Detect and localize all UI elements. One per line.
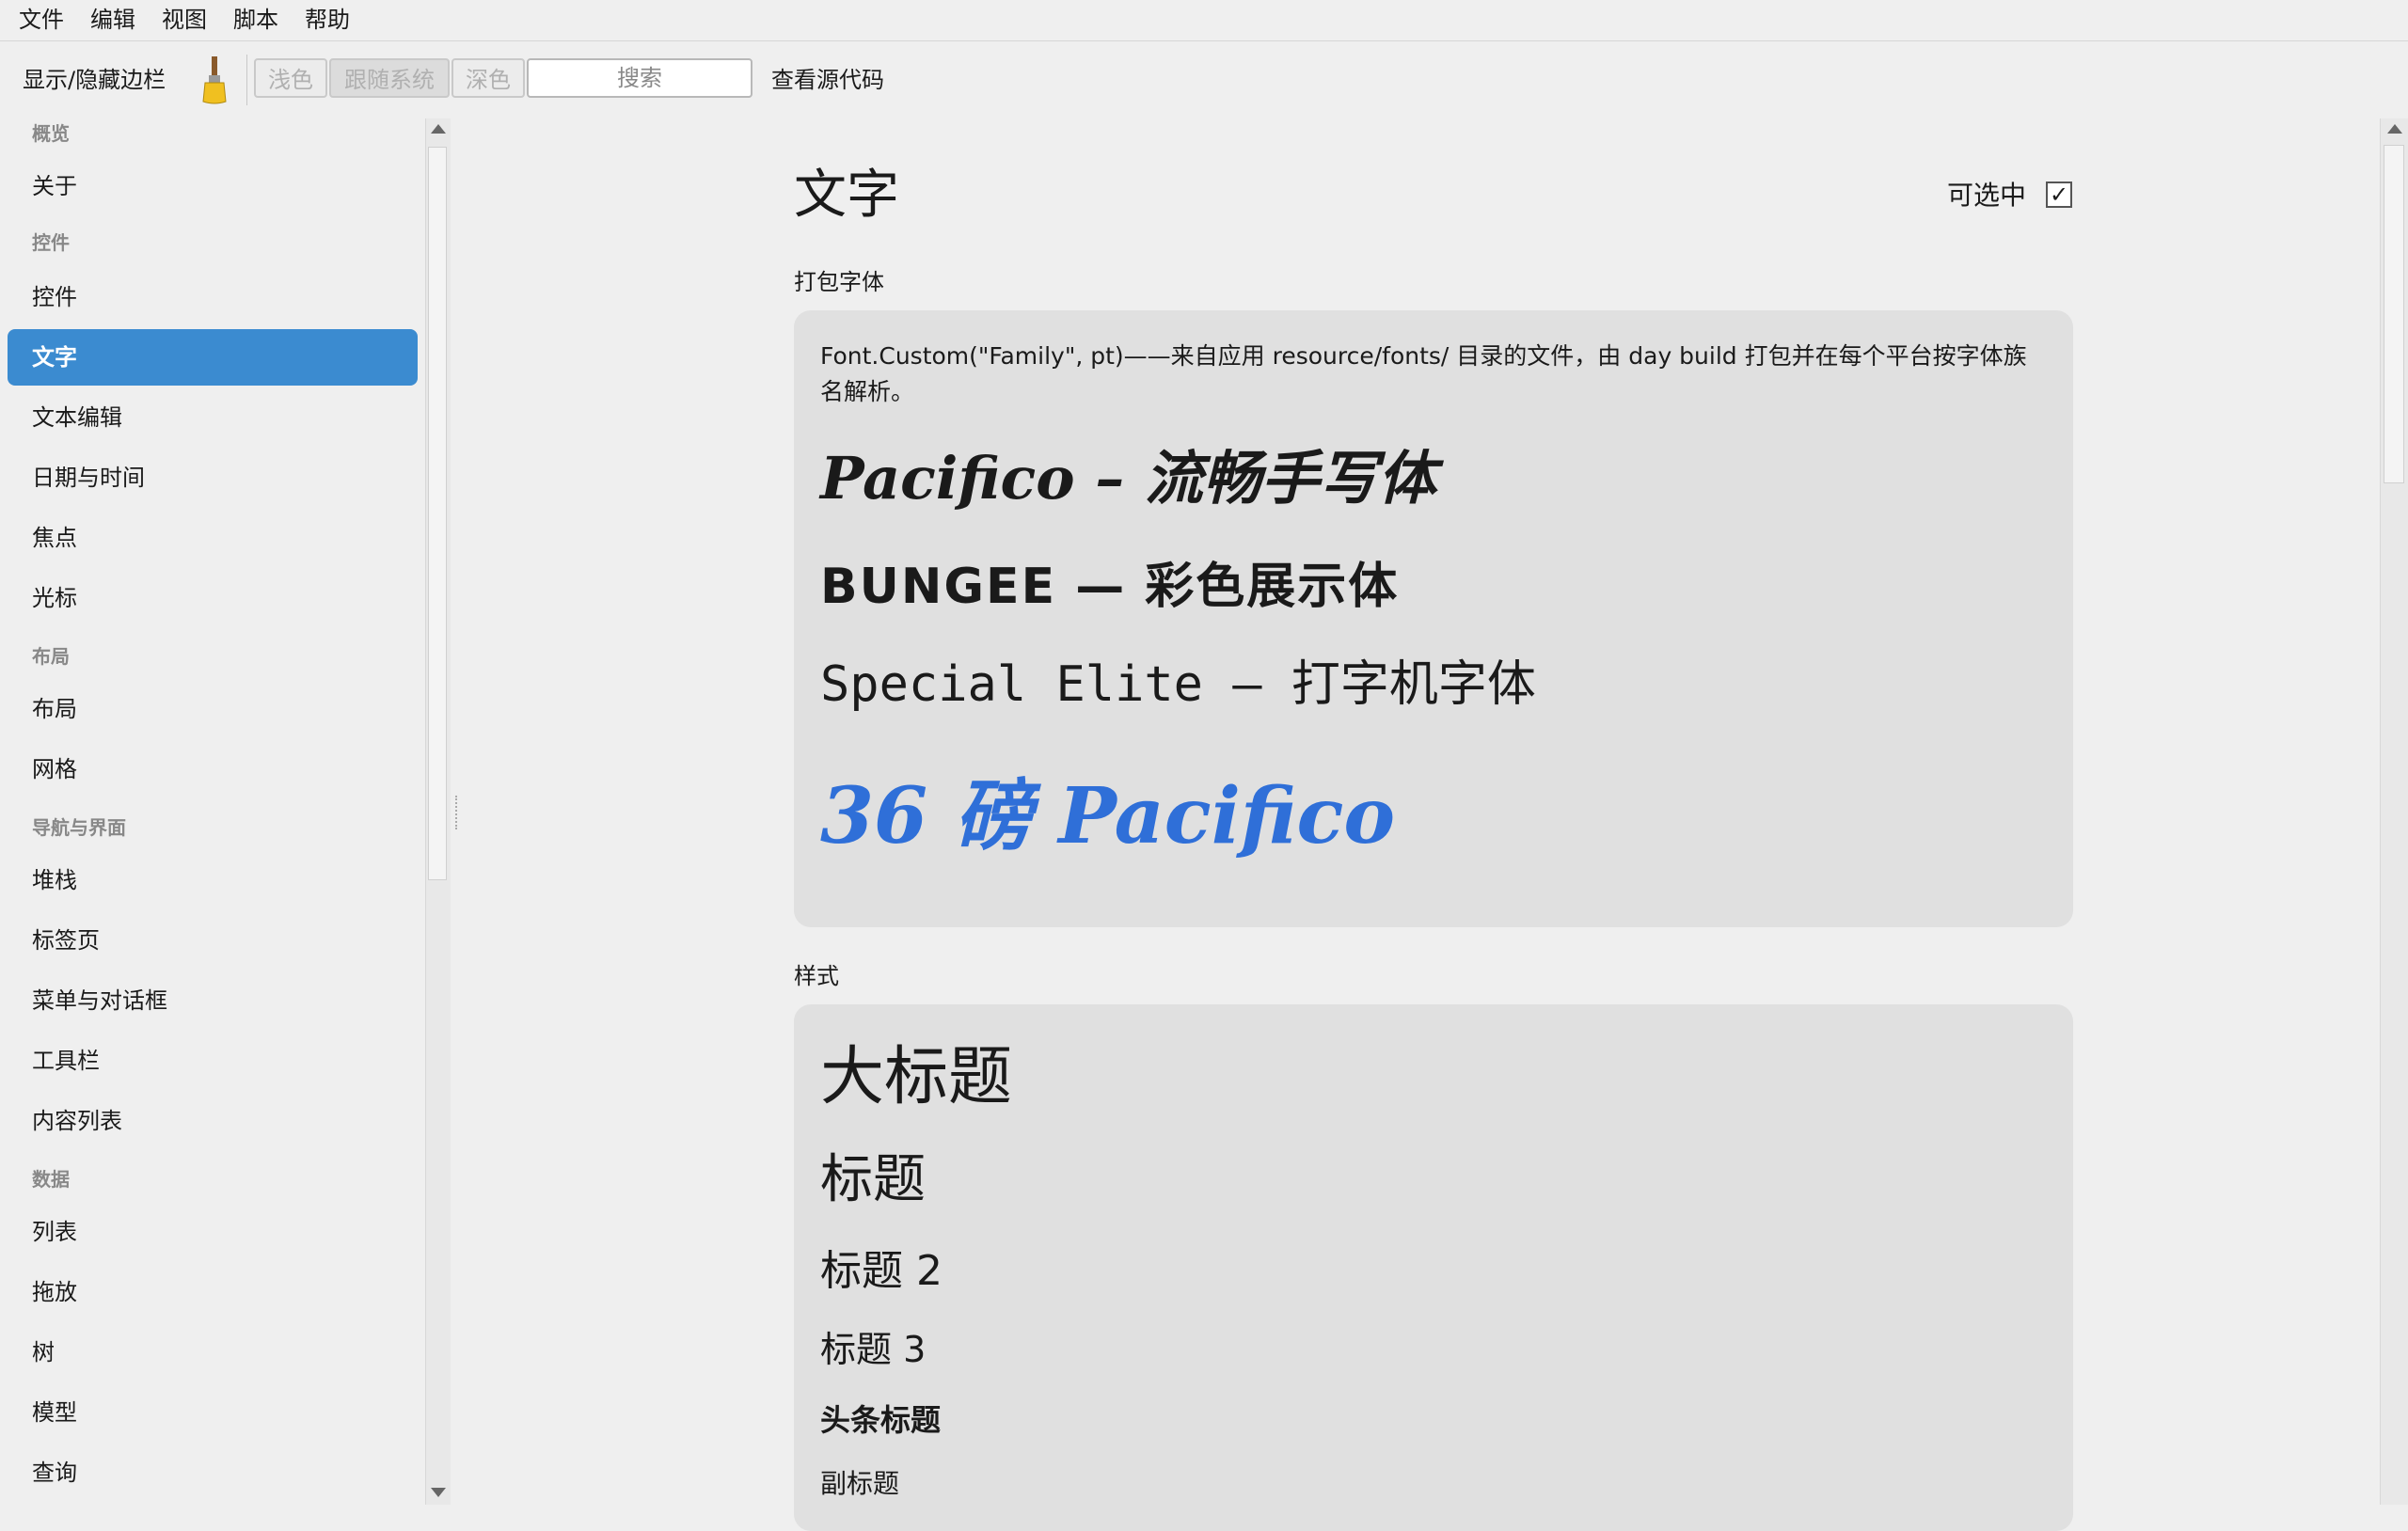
special-elite-sample: Special Elite — 打字机字体 <box>820 656 1536 713</box>
sidebar-item-tabs[interactable]: 标签页 <box>32 922 100 959</box>
sidebar-item-model[interactable]: 模型 <box>32 1394 77 1431</box>
bungee-sample: BUNGEE — 彩色展示体 <box>820 559 1400 615</box>
styles-card: 大标题 标题 标题 2 标题 3 头条标题 副标题 <box>794 1004 2073 1531</box>
sidebar-scrollbar-thumb[interactable] <box>428 147 447 880</box>
sidebar-group-overview: 概览 <box>32 122 70 145</box>
scroll-down-arrow-icon[interactable] <box>431 1488 446 1497</box>
bundled-fonts-description: Font.Custom("Family", pt)——来自应用 resource… <box>820 342 2027 405</box>
style-large-title: 大标题 <box>820 1040 1013 1114</box>
menu-edit[interactable]: 编辑 <box>90 0 135 40</box>
menu-file[interactable]: 文件 <box>19 0 64 40</box>
theme-light-button[interactable]: 浅色 <box>254 58 327 98</box>
sidebar-item-text-edit[interactable]: 文本编辑 <box>32 399 122 436</box>
pacifico-sample: Pacifico – 流畅手写体 <box>820 444 1436 513</box>
style-title-3: 标题 3 <box>820 1329 927 1370</box>
toolbar: 显示/隐藏边栏 浅色 跟随系统 深色 搜索 查看源代码 <box>0 41 2408 118</box>
page-title: 文字 <box>794 165 899 226</box>
content-scrollbar[interactable] <box>2380 118 2408 1505</box>
style-headline: 头条标题 <box>820 1402 942 1438</box>
toolbar-separator <box>246 55 247 105</box>
style-subheadline: 副标题 <box>820 1468 900 1499</box>
sidebar-item-query[interactable]: 查询 <box>32 1454 77 1492</box>
sidebar: 概览 关于 控件 控件 文字 文本编辑 日期与时间 焦点 光标 布局 布局 网格… <box>0 118 426 1505</box>
section-label-styles: 样式 <box>794 963 839 989</box>
sidebar-item-tree[interactable]: 树 <box>32 1334 55 1371</box>
sidebar-item-datetime[interactable]: 日期与时间 <box>32 459 145 497</box>
style-title-2: 标题 2 <box>820 1247 943 1295</box>
sidebar-item-cursor[interactable]: 光标 <box>32 579 77 617</box>
sidebar-item-label: 文字 <box>32 344 77 371</box>
sidebar-item-text[interactable]: 文字 <box>8 329 418 386</box>
sidebar-group-data: 数据 <box>32 1168 70 1191</box>
view-source-button[interactable]: 查看源代码 <box>771 41 884 118</box>
search-input[interactable]: 搜索 <box>527 58 752 98</box>
selectable-checkbox[interactable]: ✓ <box>2046 182 2072 208</box>
sidebar-item-focus[interactable]: 焦点 <box>32 519 77 557</box>
sidebar-item-drag-drop[interactable]: 拖放 <box>32 1273 77 1311</box>
theme-system-button[interactable]: 跟随系统 <box>329 58 450 98</box>
section-label-bundled-fonts: 打包字体 <box>794 269 884 295</box>
sidebar-item-about[interactable]: 关于 <box>32 167 77 205</box>
large-pacifico-sample: 36 磅 Pacifico <box>820 771 1396 861</box>
sidebar-scrollbar[interactable] <box>425 118 451 1505</box>
sidebar-item-content-list[interactable]: 内容列表 <box>32 1102 122 1140</box>
sidebar-item-toolbar[interactable]: 工具栏 <box>32 1042 100 1080</box>
menu-bar: 文件 编辑 视图 脚本 帮助 <box>0 0 2408 41</box>
sidebar-group-layout: 布局 <box>32 645 70 668</box>
theme-dark-button[interactable]: 深色 <box>452 58 525 98</box>
sidebar-item-stack[interactable]: 堆栈 <box>32 861 77 899</box>
content-scrollbar-thumb[interactable] <box>2384 145 2404 483</box>
sidebar-group-navigation: 导航与界面 <box>32 816 126 839</box>
style-title: 标题 <box>820 1149 926 1210</box>
sidebar-item-widgets[interactable]: 控件 <box>32 278 77 316</box>
menu-script[interactable]: 脚本 <box>233 0 278 40</box>
paintbrush-icon[interactable] <box>198 55 231 105</box>
menu-view[interactable]: 视图 <box>162 0 207 40</box>
selectable-label: 可选中 <box>1947 180 2027 211</box>
scroll-up-arrow-icon[interactable] <box>431 124 446 134</box>
sidebar-item-list[interactable]: 列表 <box>32 1213 77 1251</box>
bundled-fonts-card: Font.Custom("Family", pt)——来自应用 resource… <box>794 310 2073 927</box>
menu-help[interactable]: 帮助 <box>305 0 350 40</box>
toggle-sidebar-button[interactable]: 显示/隐藏边栏 <box>23 41 166 118</box>
sidebar-item-grid[interactable]: 网格 <box>32 750 77 788</box>
scroll-up-arrow-icon[interactable] <box>2387 124 2402 134</box>
sidebar-group-widgets: 控件 <box>32 231 70 254</box>
sidebar-splitter-handle[interactable] <box>455 796 459 829</box>
sidebar-item-menus-dialogs[interactable]: 菜单与对话框 <box>32 982 167 1019</box>
sidebar-item-layout[interactable]: 布局 <box>32 690 77 728</box>
